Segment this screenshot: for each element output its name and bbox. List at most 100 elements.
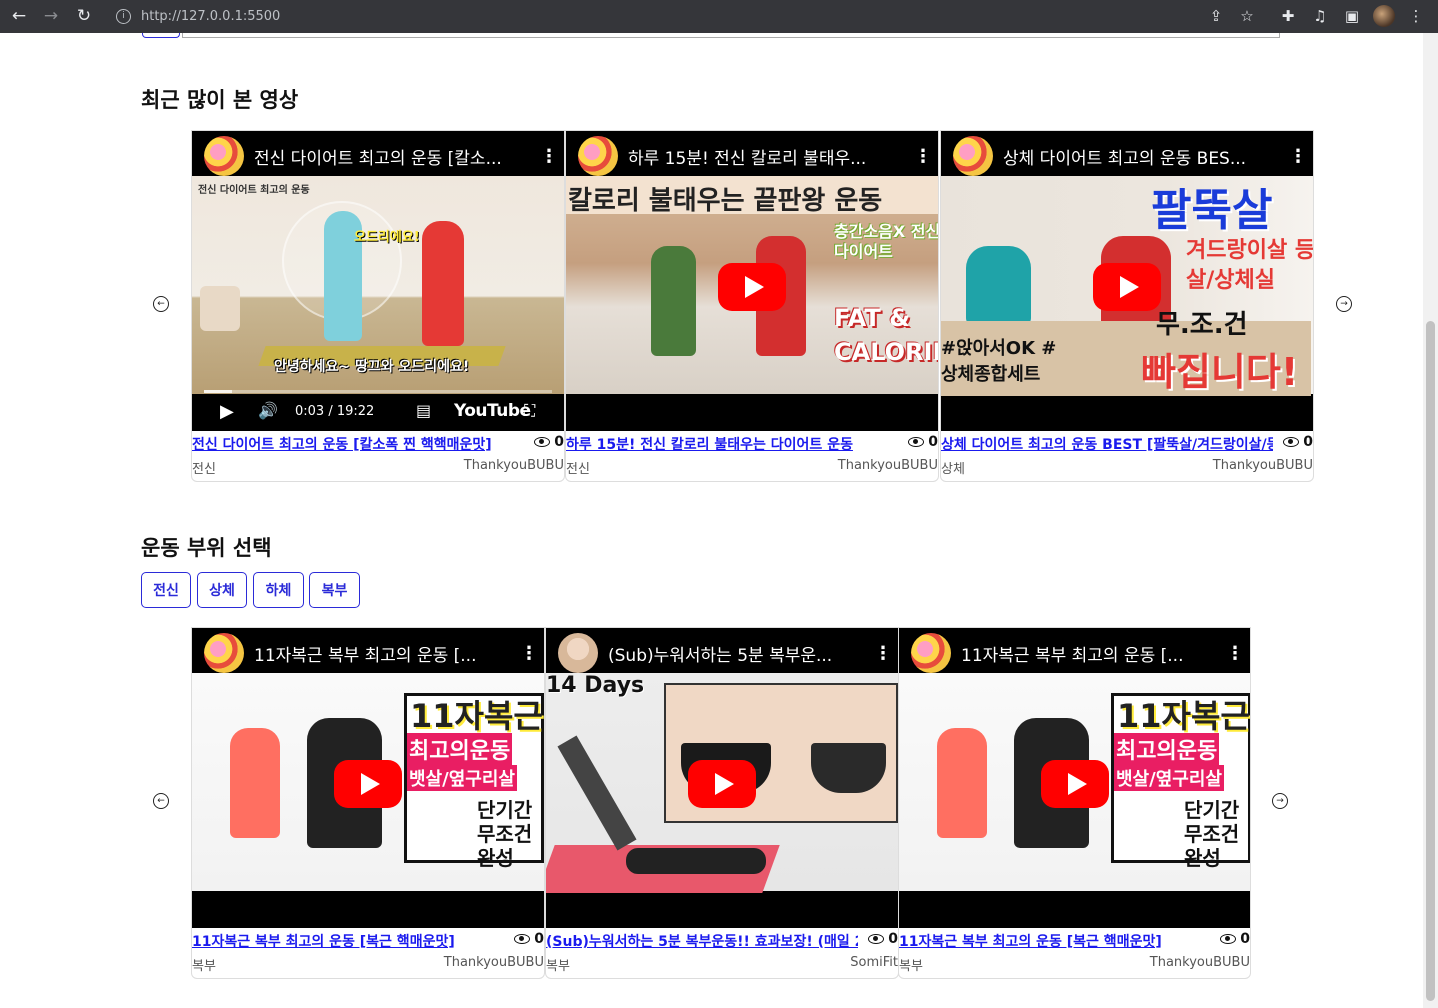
search-button-partial[interactable] (142, 33, 180, 38)
video-card: 14 Days (Sub)누워서하는 5분 복부운... ⋮ (Sub)누워서하… (545, 627, 899, 979)
channel-name: ThankyouBUBU (463, 458, 564, 473)
embed-header: 전신 다이어트 최고의 운동 [칼소... ⋮ (192, 131, 564, 181)
part-button-lower[interactable]: 하체 (253, 572, 304, 608)
more-icon[interactable]: ⋮ (534, 146, 564, 167)
thumbnail-bubble: 오드리에요! (354, 230, 420, 245)
search-input-partial[interactable] (182, 33, 1280, 38)
video-card: 칼로리 불태우는 끝판왕 운동 층간소음X 전신다이어트 FAT & CALOR… (565, 130, 939, 482)
channel-name: SomiFit (850, 955, 898, 970)
channel-avatar[interactable] (204, 136, 244, 176)
bookmark-star-icon[interactable]: ☆ (1236, 5, 1258, 27)
embed-title[interactable]: 11자복근 복부 최고의 운동 [... (961, 641, 1220, 666)
video-embed[interactable]: 11자복근 최고의운동 뱃살/옆구리살 단기간 무조건 완성 11자복근 복부 … (899, 628, 1250, 928)
share-icon[interactable]: ⇪ (1205, 5, 1227, 27)
video-link[interactable]: 11자복근 복부 최고의 운동 [복근 핵매운맛] (899, 931, 1210, 951)
reload-icon[interactable]: ↻ (72, 4, 96, 28)
part-button-abs[interactable]: 복부 (309, 572, 360, 608)
progress-bar[interactable] (204, 390, 552, 393)
video-meta: 전신 다이어트 최고의 운동 [칼소폭 찐 핵핵매운맛] 0 전신 Thanky… (192, 431, 564, 481)
thumbnail-bottom: 빠집니다! (1141, 350, 1299, 394)
youtube-logo[interactable]: YouTube (454, 401, 531, 421)
thumbnail-overlay-top: 11자복근 (1117, 697, 1250, 735)
more-icon[interactable]: ⋮ (868, 643, 898, 664)
thumbnail-sub: 겨드랑이살 등살/상체실 (1186, 238, 1313, 293)
time-display: 0:03 / 19:22 (295, 404, 375, 419)
video-embed[interactable]: 칼로리 불태우는 끝판왕 운동 층간소음X 전신다이어트 FAT & CALOR… (566, 131, 938, 431)
thumbnail-mid: 뱃살/옆구리살 (407, 765, 517, 791)
part-next-arrow-icon[interactable]: → (1272, 793, 1288, 809)
video-link[interactable]: 하루 15분! 전신 칼로리 불태우는 다이어트 운동 (566, 434, 898, 454)
thumbnail-mid: 뱃살/옆구리살 (1114, 765, 1224, 791)
thumbnail-sub: 최고의운동 (407, 733, 513, 765)
more-icon[interactable]: ⋮ (514, 643, 544, 664)
embed-title[interactable]: 11자복근 복부 최고의 운동 [... (254, 641, 514, 666)
view-count: 0 (908, 434, 938, 450)
volume-icon[interactable]: 🔊 (258, 401, 278, 420)
channel-avatar[interactable] (204, 633, 244, 673)
video-meta: 11자복근 복부 최고의 운동 [복근 핵매운맛] 0 복부 ThankyouB… (192, 928, 544, 978)
channel-name: ThankyouBUBU (1212, 458, 1313, 473)
eye-icon (868, 934, 885, 944)
video-card: 전신 다이어트 최고의 운동 오드리에요! 안녕하세요~ 땅끄와 오드리에요! … (191, 130, 565, 482)
eye-icon (1220, 934, 1237, 944)
site-info-icon[interactable]: i (116, 8, 131, 24)
embed-title[interactable]: 전신 다이어트 최고의 운동 [칼소... (254, 144, 534, 169)
subtitles-icon[interactable]: ▤ (416, 401, 431, 420)
video-meta: 하루 15분! 전신 칼로리 불태우는 다이어트 운동 0 전신 Thankyo… (566, 431, 938, 481)
url-text: http://127.0.0.1:5500 (141, 8, 281, 24)
eye-icon (534, 437, 551, 447)
video-embed[interactable]: 팔뚝살 겨드랑이살 등살/상체실 무.조.건 빠집니다! #앉아서OK #상체종… (941, 131, 1313, 431)
video-embed[interactable]: 전신 다이어트 최고의 운동 오드리에요! 안녕하세요~ 땅끄와 오드리에요! … (192, 131, 564, 431)
page-scrollbar[interactable] (1423, 33, 1438, 1008)
play-button[interactable] (688, 760, 756, 808)
address-bar[interactable]: i http://127.0.0.1:5500 (108, 3, 1263, 29)
play-button[interactable] (1093, 263, 1161, 311)
video-link[interactable]: 상체 다이어트 최고의 운동 BEST [팔뚝살/겨드랑이살/등 (941, 434, 1273, 454)
embed-title[interactable]: 상체 다이어트 최고의 운동 BES... (1003, 144, 1283, 169)
part-button-fullbody[interactable]: 전신 (141, 572, 191, 608)
embed-header: 하루 15분! 전신 칼로리 불태우... ⋮ (566, 131, 938, 181)
forward-icon[interactable]: → (39, 4, 63, 28)
play-button[interactable] (1040, 760, 1109, 808)
profile-avatar[interactable] (1373, 5, 1395, 27)
side-panel-icon[interactable]: ▣ (1341, 5, 1363, 27)
play-button[interactable] (718, 263, 786, 311)
video-thumbnail: 전신 다이어트 최고의 운동 오드리에요! 안녕하세요~ 땅끄와 오드리에요! (192, 176, 564, 394)
embed-title[interactable]: (Sub)누워서하는 5분 복부운... (608, 641, 868, 666)
channel-name: ThankyouBUBU (1149, 955, 1250, 970)
thumbnail-overlay-top: 팔뚝살 (1151, 185, 1273, 236)
extensions-icon[interactable]: ✚ (1277, 5, 1299, 27)
embed-title[interactable]: 하루 15분! 전신 칼로리 불태우... (628, 144, 908, 169)
more-icon[interactable]: ⋮ (1220, 643, 1250, 664)
popular-prev-arrow-icon[interactable]: ← (153, 296, 169, 312)
more-icon[interactable]: ⋮ (1283, 146, 1313, 167)
part-button-upper[interactable]: 상체 (197, 572, 247, 608)
fullscreen-icon[interactable]: ⛶ (524, 401, 535, 421)
back-icon[interactable]: ← (7, 4, 31, 28)
more-icon[interactable]: ⋮ (908, 146, 938, 167)
video-embed[interactable]: 11자복근 최고의운동 뱃살/옆구리살 단기간 무조건 완성 11자복근 복부 … (192, 628, 544, 928)
channel-avatar[interactable] (578, 136, 618, 176)
video-part: 전신 (566, 462, 590, 477)
thumbnail-caption: 안녕하세요~ 땅끄와 오드리에요! (274, 359, 470, 375)
play-icon[interactable]: ▶ (220, 401, 234, 422)
video-link[interactable]: (Sub)누워서하는 5분 복부운동!! 효과보장! (매일 2주 (546, 931, 858, 951)
video-part: 복부 (192, 959, 216, 974)
part-prev-arrow-icon[interactable]: ← (153, 793, 169, 809)
video-link[interactable]: 11자복근 복부 최고의 운동 [복근 핵매운맛] (192, 931, 504, 951)
channel-avatar[interactable] (911, 633, 951, 673)
video-embed[interactable]: 14 Days (Sub)누워서하는 5분 복부운... ⋮ (546, 628, 898, 928)
popular-next-arrow-icon[interactable]: → (1336, 296, 1352, 312)
channel-avatar[interactable] (558, 633, 598, 673)
thumbnail-bottom: 단기간 무조건 완성 (477, 798, 533, 870)
thumbnail-sub: 최고의운동 (1114, 733, 1220, 765)
view-count: 0 (1220, 931, 1250, 947)
embed-header: (Sub)누워서하는 5분 복부운... ⋮ (546, 628, 898, 678)
channel-avatar[interactable] (953, 136, 993, 176)
play-button[interactable] (334, 760, 402, 808)
video-link[interactable]: 전신 다이어트 최고의 운동 [칼소폭 찐 핵핵매운맛] (192, 434, 524, 454)
thumbnail-bottom: 단기간 무조건 완성 (1184, 798, 1240, 870)
media-control-icon[interactable]: ♫ (1309, 5, 1331, 27)
scrollbar-thumb[interactable] (1426, 321, 1435, 1001)
browser-menu-icon[interactable]: ⋮ (1405, 5, 1427, 27)
